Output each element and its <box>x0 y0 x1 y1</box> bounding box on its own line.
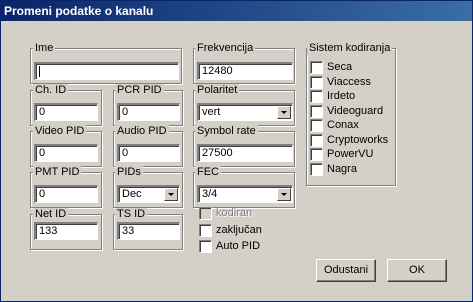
checkbox-box <box>199 240 212 253</box>
sistem-kodiranja-label: Sistem kodiranja <box>307 42 393 55</box>
sistem-item-label: PowerVU <box>327 148 374 160</box>
pmt-pid-label: PMT PID <box>33 166 82 179</box>
text-cursor <box>39 65 40 77</box>
checkbox-box <box>310 61 323 74</box>
video-pid-label: Video PID <box>33 125 87 138</box>
symbol-rate-label: Symbol rate <box>195 125 258 138</box>
fec-value: 3/4 <box>202 188 218 200</box>
kodiran-label: kodiran <box>216 207 253 219</box>
checkbox-box <box>310 162 323 176</box>
fec-dropdown[interactable]: 3/4 <box>197 185 293 203</box>
frekvencija-field[interactable]: 12480 <box>197 62 293 80</box>
cancel-button[interactable]: Odustani <box>316 259 376 282</box>
sistem-item-label: Videoguard <box>327 104 384 117</box>
ime-label: Ime <box>33 42 56 55</box>
checkbox-box <box>310 119 323 132</box>
sistem-item-label: Viaccess <box>327 75 371 88</box>
fec-label: FEC <box>195 166 221 179</box>
title-bar[interactable]: Promeni podatke o kanalu <box>1 1 472 21</box>
sistem-item-label: Conax <box>327 119 359 131</box>
ok-button[interactable]: OK <box>387 259 447 282</box>
auto-pid-label: Auto PID <box>216 240 261 252</box>
pids-label: PIDs <box>115 166 143 179</box>
sistem-item-label: Seca <box>327 61 353 73</box>
symbol-rate-field[interactable]: 27500 <box>197 144 293 162</box>
checkbox-box <box>199 224 212 237</box>
net-id-field[interactable]: 133 <box>34 222 98 240</box>
chevron-down-icon[interactable] <box>164 188 178 201</box>
window-title: Promeni podatke o kanalu <box>4 4 154 18</box>
polaritet-dropdown[interactable]: vert <box>197 103 293 121</box>
chevron-down-icon[interactable] <box>277 188 291 201</box>
checkbox-box <box>199 207 212 220</box>
pcr-pid-label: PCR PID <box>115 84 164 97</box>
checkbox-box <box>310 133 323 147</box>
sistem-item-label: Cryptoworks <box>327 133 389 146</box>
polaritet-label: Polaritet <box>195 84 240 97</box>
sistem-item-label: Nagra <box>327 162 357 175</box>
sistem-item-label: Irdeto <box>327 90 356 102</box>
audio-pid-label: Audio PID <box>115 125 169 138</box>
checkbox-box <box>310 104 323 118</box>
pcr-pid-field[interactable]: 0 <box>117 103 180 121</box>
ts-id-field[interactable]: 33 <box>117 222 180 240</box>
dialog-window: Promeni podatke o kanalu Ime Frekvencija… <box>0 0 473 302</box>
pmt-pid-field[interactable]: 0 <box>34 185 98 203</box>
ch-id-label: Ch. ID <box>33 84 69 97</box>
chevron-down-icon[interactable] <box>277 106 291 119</box>
ch-id-field[interactable]: 0 <box>34 103 98 121</box>
video-pid-field[interactable]: 0 <box>34 144 98 162</box>
frekvencija-label: Frekvencija <box>195 42 256 55</box>
ime-field[interactable] <box>34 62 179 80</box>
pids-dropdown[interactable]: Dec <box>117 185 180 203</box>
net-id-label: Net ID <box>33 208 69 221</box>
audio-pid-field[interactable]: 0 <box>117 144 180 162</box>
ts-id-label: TS ID <box>115 208 148 221</box>
checkbox-box <box>310 148 323 161</box>
zakljucan-label: zaključan <box>216 224 262 236</box>
polaritet-value: vert <box>202 106 221 118</box>
pids-value: Dec <box>122 188 142 200</box>
checkbox-box <box>310 75 323 89</box>
checkbox-box <box>310 90 323 103</box>
